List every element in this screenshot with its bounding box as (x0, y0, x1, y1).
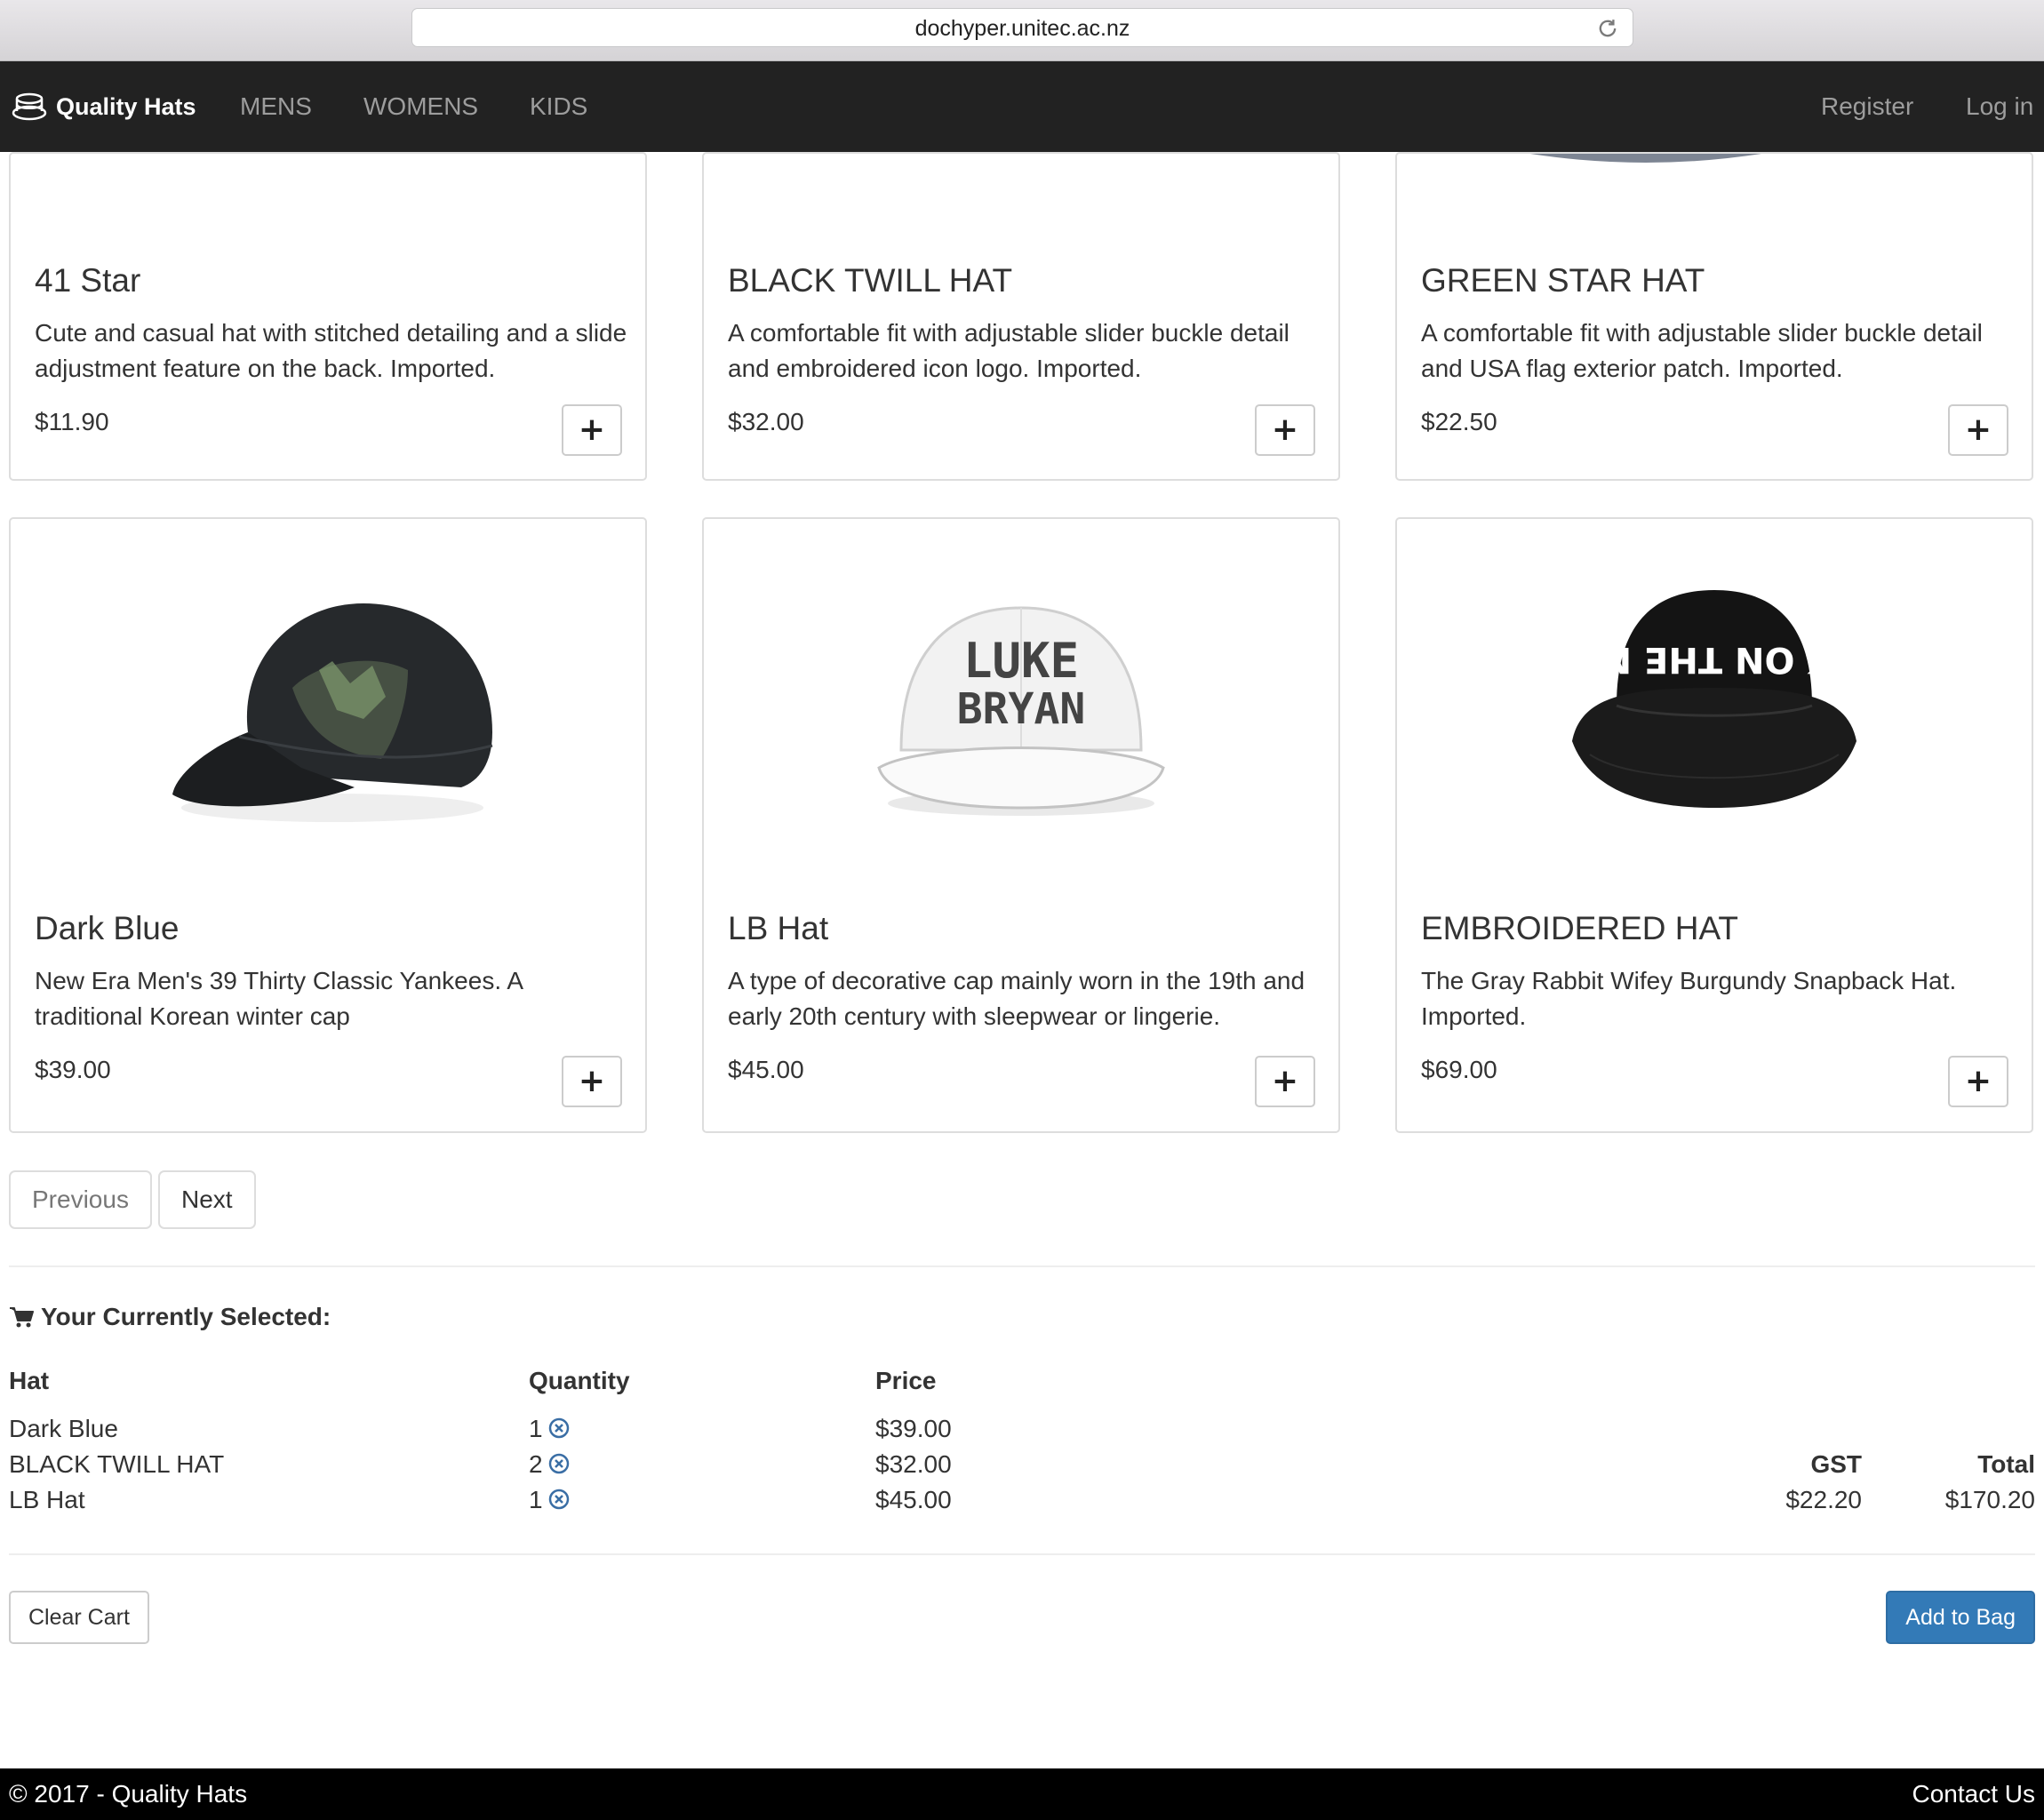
nav-kids[interactable]: KIDS (530, 61, 587, 152)
plus-icon: + (1271, 411, 1299, 448)
header-gst: GST (1810, 1450, 1862, 1478)
product-description: A type of decorative cap mainly worn in … (728, 967, 1305, 1030)
nav-womens[interactable]: WOMENS (363, 61, 478, 152)
brand-link[interactable]: Quality Hats (12, 61, 196, 152)
circle-x-icon[interactable] (548, 1453, 570, 1474)
product-card: Dark Blue New Era Men's 39 Thirty Classi… (9, 517, 647, 1133)
add-to-cart-button[interactable]: + (562, 1056, 622, 1107)
product-description: The Gray Rabbit Wifey Burgundy Snapback … (1421, 967, 1957, 1030)
brand-name: Quality Hats (56, 92, 196, 120)
cart-gst: $22.20 (1785, 1486, 1862, 1513)
product-card: LUKE BRYAN LB Hat A type of decorative c… (702, 517, 1340, 1133)
add-to-cart-button[interactable]: + (1948, 1056, 2008, 1107)
cart-item-price: $32.00 (875, 1450, 952, 1478)
product-title: 41 Star (35, 262, 141, 299)
baseball-cap-image (172, 603, 493, 822)
reload-icon[interactable] (1595, 16, 1620, 41)
url-bar[interactable]: dochyper.unitec.ac.nz (411, 8, 1633, 47)
previous-button[interactable]: Previous (9, 1170, 152, 1229)
add-to-cart-button[interactable]: + (1948, 404, 2008, 456)
product-title: GREEN STAR HAT (1421, 262, 1705, 299)
product-title: EMBROIDERED HAT (1421, 910, 1739, 946)
cart-total: $170.20 (1944, 1486, 2035, 1513)
product-price: $11.90 (35, 408, 109, 435)
cart-item-price: $39.00 (875, 1415, 952, 1442)
product-description: Cute and casual hat with stitched detail… (35, 319, 627, 382)
navbar: Quality Hats MENS WOMENS KIDS Register L… (0, 61, 2044, 152)
product-image (11, 519, 645, 874)
hat-image-cropped (1530, 154, 1761, 163)
contact-us-link[interactable]: Contact Us (1912, 1768, 2036, 1820)
divider (9, 1553, 2035, 1555)
product-card: 41 Star Cute and casual hat with stitche… (9, 152, 647, 481)
nav-login[interactable]: Log in (1966, 61, 2033, 152)
clear-cart-button[interactable]: Clear Cart (9, 1591, 149, 1644)
cart-heading: Your Currently Selected: (9, 1303, 331, 1331)
circle-x-icon[interactable] (548, 1417, 570, 1439)
product-price: $22.50 (1421, 408, 1497, 435)
plus-icon: + (578, 411, 606, 448)
header-price: Price (875, 1367, 937, 1394)
footer: © 2017 - Quality Hats Contact Us (0, 1768, 2044, 1820)
plus-icon: + (1271, 1063, 1299, 1099)
plus-icon: + (1964, 1063, 1992, 1099)
add-to-cart-button[interactable]: + (1255, 1056, 1315, 1107)
cap-print-line2: BRYAN (957, 684, 1086, 734)
plus-icon: + (578, 1063, 606, 1099)
product-title: LB Hat (728, 910, 829, 946)
add-to-cart-button[interactable]: + (562, 404, 622, 456)
divider (9, 1265, 2035, 1267)
nav-register[interactable]: Register (1821, 61, 1913, 152)
product-price: $69.00 (1421, 1056, 1497, 1083)
footer-copyright: © 2017 - Quality Hats (9, 1780, 248, 1808)
nav-mens[interactable]: MENS (240, 61, 312, 152)
bucket-hat-image: WALK ON THE MOON (1554, 590, 1874, 808)
product-title: Dark Blue (35, 910, 180, 946)
next-button[interactable]: Next (158, 1170, 256, 1229)
product-price: $39.00 (35, 1056, 111, 1083)
cart-item-quantity: 2 (529, 1450, 570, 1479)
product-image: WALK ON THE MOON (1397, 519, 2032, 874)
product-description: A comfortable fit with adjustable slider… (1421, 319, 1983, 382)
plus-icon: + (1964, 411, 1992, 448)
url-text: dochyper.unitec.ac.nz (914, 16, 1130, 41)
add-to-cart-button[interactable]: + (1255, 404, 1315, 456)
cart-item-name: LB Hat (9, 1486, 85, 1513)
cap-print-line1: LUKE (963, 633, 1079, 689)
header-total: Total (1977, 1450, 2035, 1478)
product-image: LUKE BRYAN (704, 519, 1338, 874)
header-quantity: Quantity (529, 1367, 630, 1394)
browser-toolbar: dochyper.unitec.ac.nz (0, 0, 2044, 61)
product-description: A comfortable fit with adjustable slider… (728, 319, 1289, 382)
product-card: WALK ON THE MOON EMBROIDERED HAT The Gra… (1395, 517, 2033, 1133)
cart-item-quantity: 1 (529, 1415, 570, 1443)
shopping-cart-icon (10, 1307, 34, 1328)
product-price: $32.00 (728, 408, 804, 435)
quantity-value: 1 (529, 1415, 543, 1442)
product-price: $45.00 (728, 1056, 804, 1083)
cart-item-name: Dark Blue (9, 1415, 118, 1442)
quantity-value: 1 (529, 1486, 543, 1513)
add-to-bag-button[interactable]: Add to Bag (1886, 1591, 2035, 1644)
cart-item-price: $45.00 (875, 1486, 952, 1513)
hat-print-text: WALK ON THE MOON (1554, 639, 1874, 680)
hat-icon (12, 92, 47, 121)
circle-x-icon[interactable] (548, 1489, 570, 1510)
cart-item-name: BLACK TWILL HAT (9, 1450, 225, 1478)
product-title: BLACK TWILL HAT (728, 262, 1013, 299)
quantity-value: 2 (529, 1450, 543, 1478)
snapback-cap-image: LUKE BRYAN (877, 606, 1165, 816)
header-hat: Hat (9, 1367, 50, 1394)
cart-item-quantity: 1 (529, 1486, 570, 1514)
product-card: GREEN STAR HAT A comfortable fit with ad… (1395, 152, 2033, 481)
product-description: New Era Men's 39 Thirty Classic Yankees.… (35, 967, 523, 1030)
cart-title: Your Currently Selected: (41, 1303, 331, 1330)
product-card: BLACK TWILL HAT A comfortable fit with a… (702, 152, 1340, 481)
